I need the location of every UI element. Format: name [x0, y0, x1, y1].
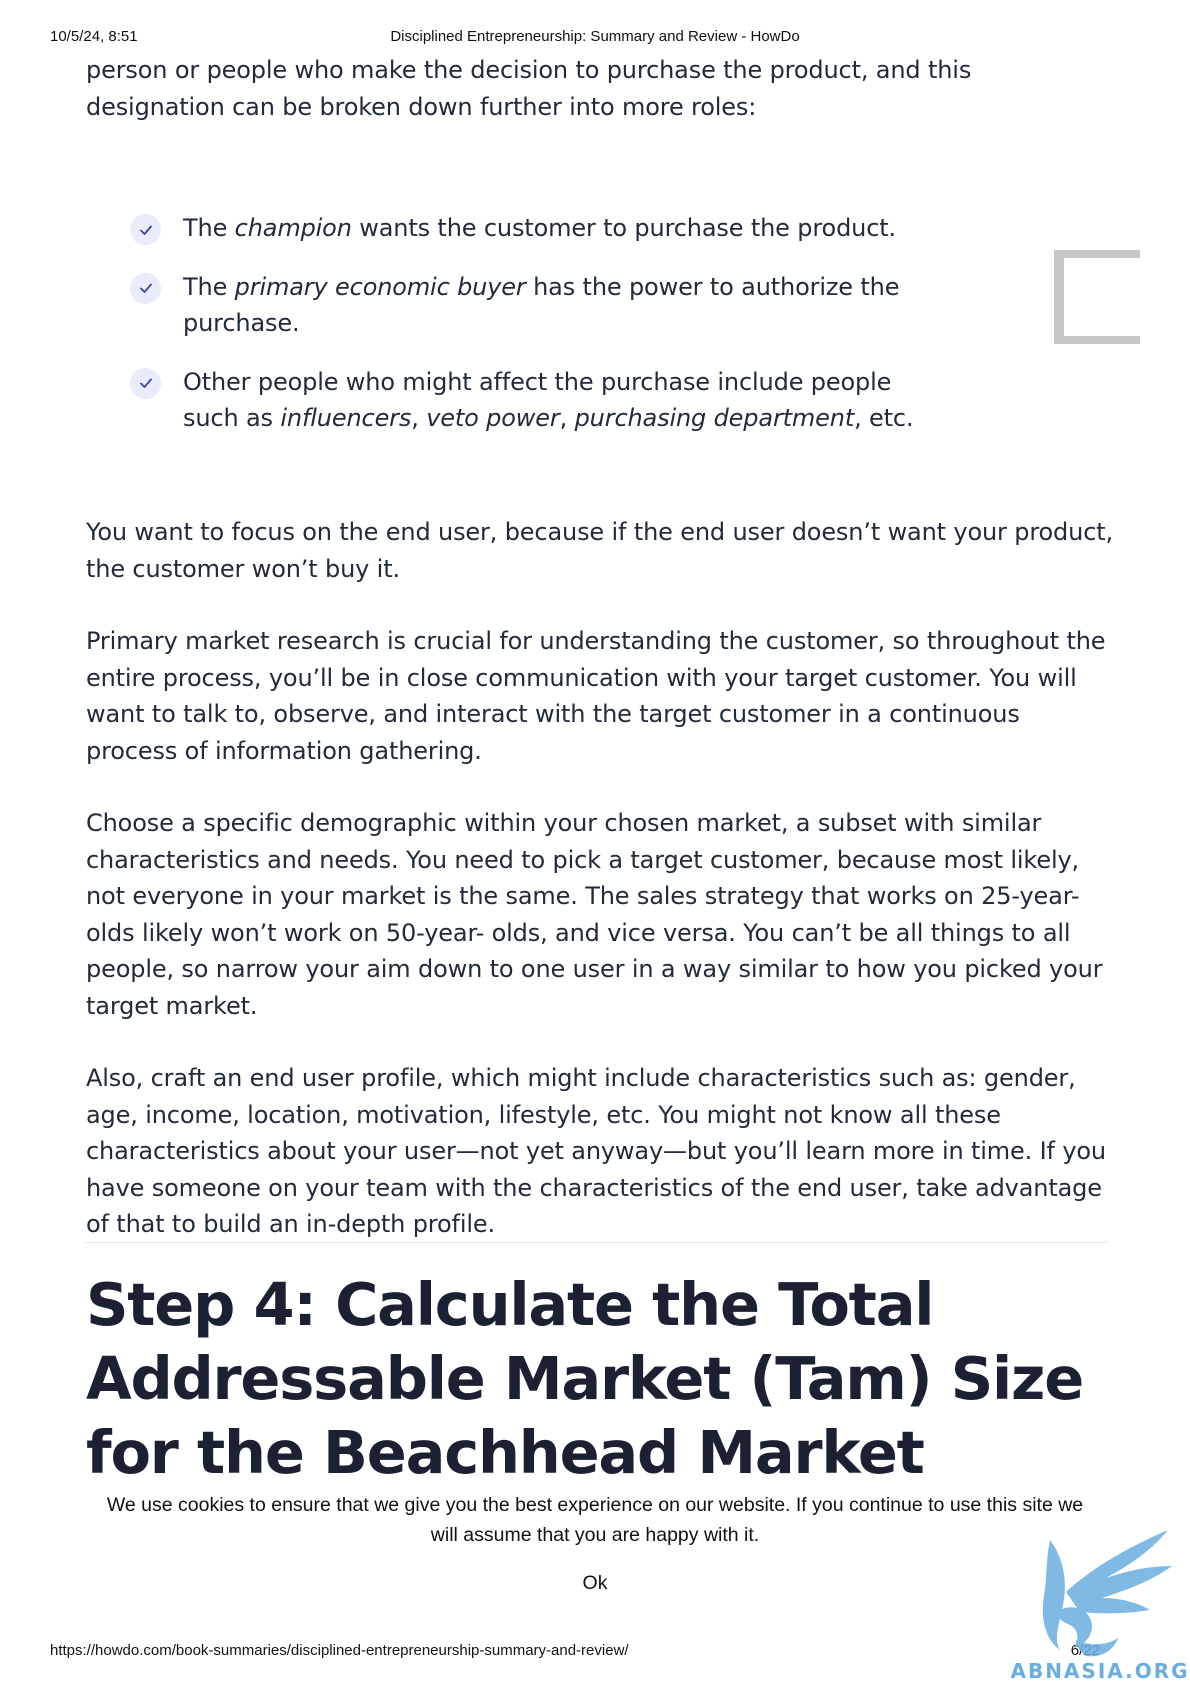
checklist-separator: , [411, 404, 427, 432]
checklist-item: Other people who might affect the purcha… [130, 364, 943, 437]
article-intro: person or people who make the decision t… [86, 52, 1116, 125]
checklist-term-veto-power: veto power [426, 404, 560, 432]
watermark-logo-icon: ABNASIA.ORG [1010, 1530, 1189, 1683]
watermark-text: ABNASIA.ORG [1010, 1659, 1189, 1683]
checklist-separator: , [559, 404, 575, 432]
checklist-item: The primary economic buyer has the power… [130, 269, 990, 342]
print-footer: https://howdo.com/book-summaries/discipl… [50, 1642, 1140, 1664]
checklist-text-post: wants the customer to purchase the produ… [351, 214, 897, 242]
roles-checklist: The champion wants the customer to purch… [130, 210, 990, 437]
checklist-term-influencers: influencers [280, 404, 412, 432]
intro-paragraph: person or people who make the decision t… [86, 56, 972, 121]
check-icon [130, 272, 161, 304]
body-paragraph: You want to focus on the end user, becau… [86, 518, 1113, 583]
section-divider [86, 1242, 1108, 1243]
checklist-text-pre: The [183, 214, 235, 242]
bookmark-bracket-icon [1054, 250, 1140, 344]
body-paragraph: Also, craft an end user profile, which m… [86, 1064, 1106, 1238]
section-heading: Step 4: Calculate the Total Addressable … [86, 1270, 1084, 1487]
check-icon [130, 214, 161, 245]
print-page-title: Disciplined Entrepreneurship: Summary an… [390, 28, 800, 45]
checklist-term-purchasing-department: purchasing department [574, 404, 855, 432]
check-icon [130, 367, 161, 399]
body-paragraph: Primary market research is crucial for u… [86, 627, 1106, 765]
cookie-ok-button[interactable]: Ok [577, 1568, 614, 1598]
print-header: 10/5/24, 8:51 Disciplined Entrepreneursh… [50, 28, 1140, 48]
checklist-text-post: , etc. [854, 404, 914, 432]
checklist-term: champion [234, 214, 352, 242]
print-url: https://howdo.com/book-summaries/discipl… [50, 1642, 629, 1659]
checklist-text-pre: The [183, 272, 235, 301]
checklist-item: The champion wants the customer to purch… [130, 210, 990, 247]
checklist-term: primary economic buyer [234, 272, 526, 301]
body-paragraph: Choose a specific demographic within you… [86, 809, 1103, 1020]
cookie-message: We use cookies to ensure that we give yo… [106, 1494, 1084, 1546]
article-body: You want to focus on the end user, becau… [86, 514, 1116, 1243]
